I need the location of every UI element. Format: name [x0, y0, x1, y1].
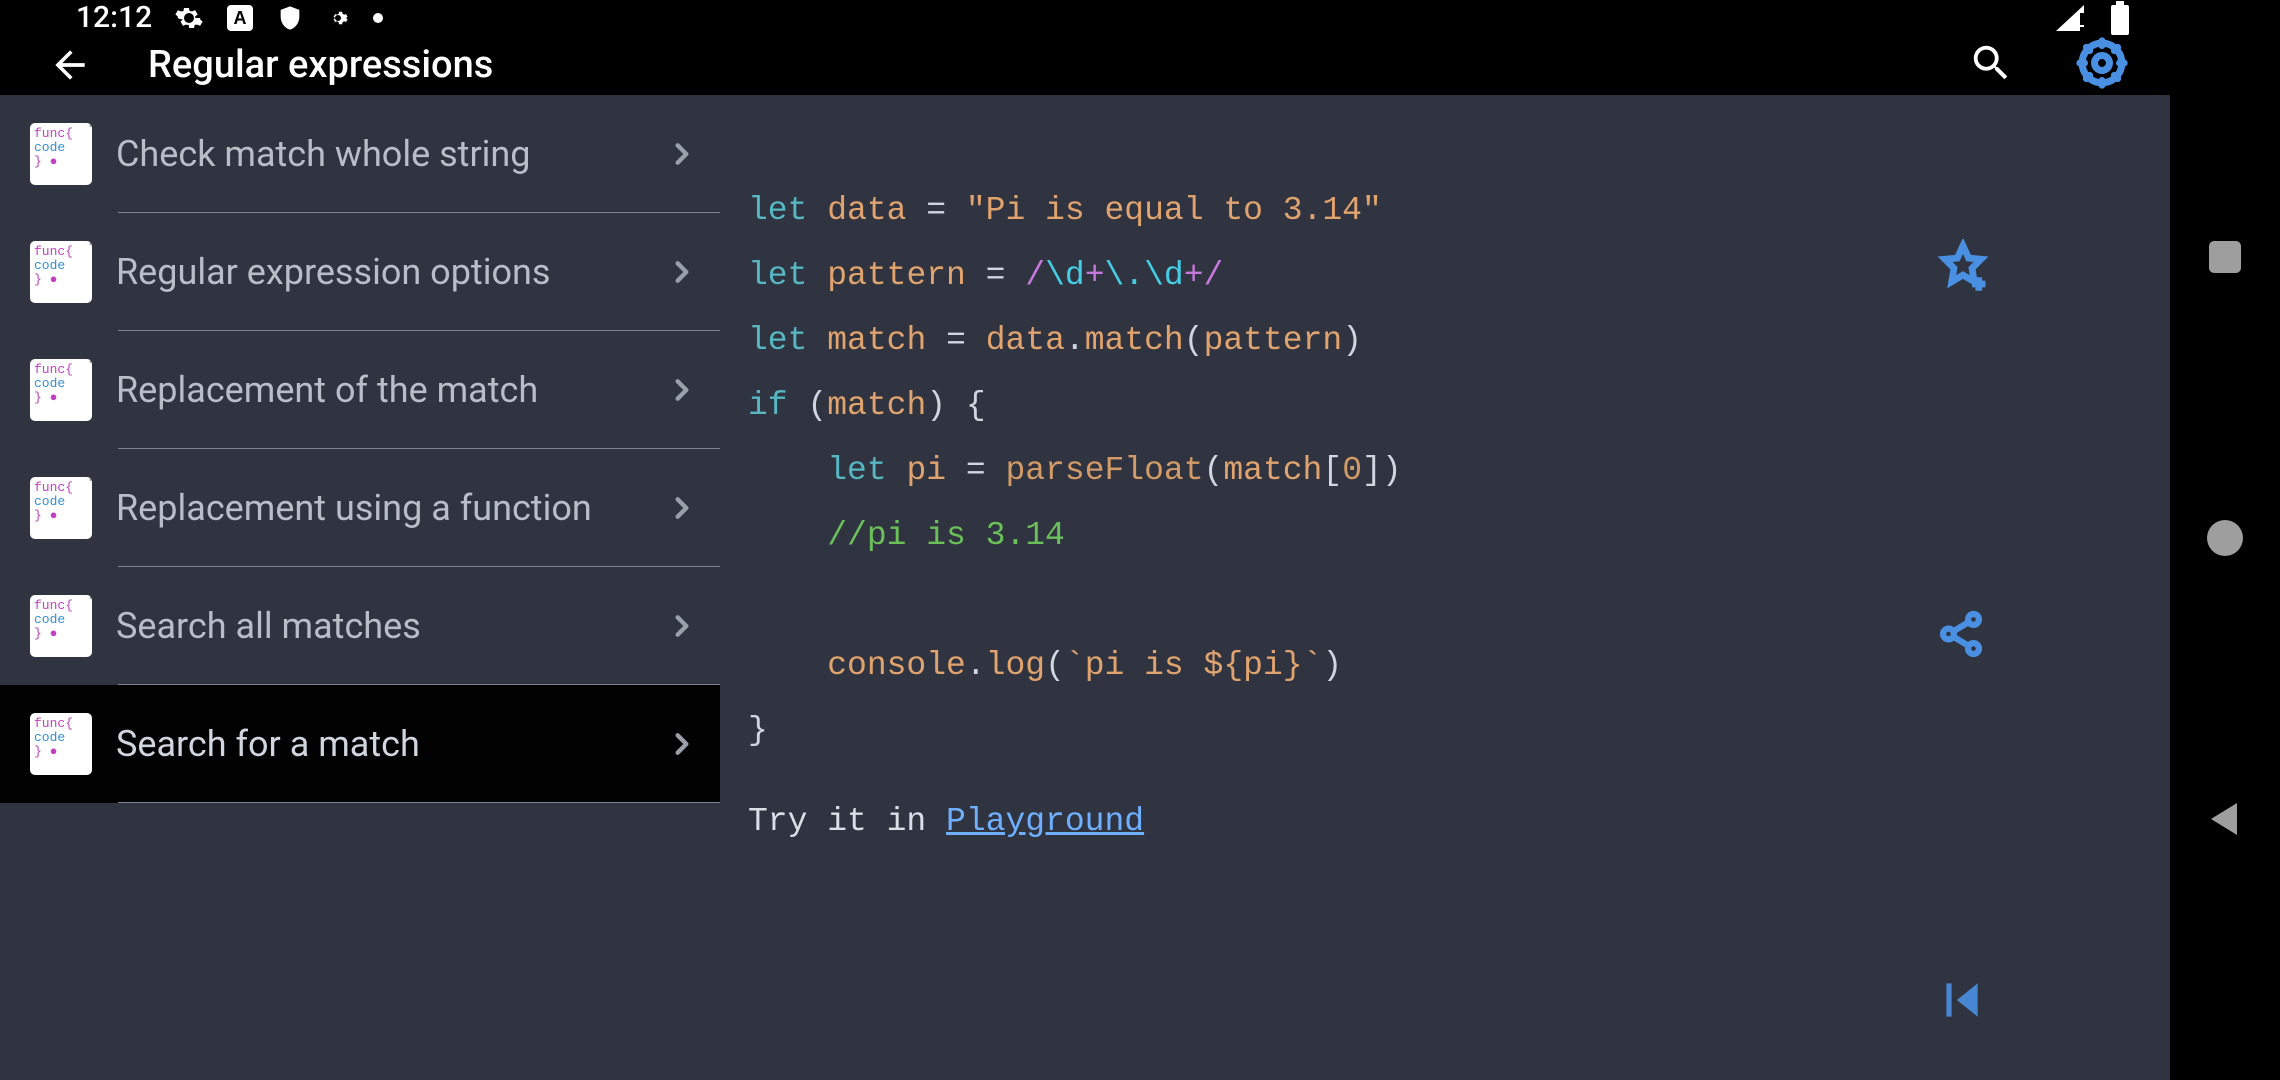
list-item[interactable]: Search for a match [0, 685, 720, 803]
list-item-label: Search for a match [116, 721, 638, 767]
list-item-label: Check match whole string [116, 131, 638, 177]
letter-a-icon: A [226, 4, 254, 32]
code-snippet-icon [30, 359, 92, 421]
overview-button[interactable] [2205, 237, 2245, 281]
chevron-right-icon [662, 254, 702, 290]
code-snippet-icon [30, 123, 92, 185]
code-snippet-icon [30, 477, 92, 539]
shield-icon [276, 3, 304, 33]
topic-list: Check match whole string Regular expressi… [0, 95, 720, 1080]
settings-gear-button[interactable] [2074, 35, 2130, 95]
list-item[interactable]: Search all matches [0, 567, 720, 685]
gear-icon [174, 3, 204, 33]
home-button[interactable] [2203, 516, 2247, 564]
lock-icon [86, 595, 92, 605]
small-gear-icon [326, 6, 350, 30]
signal-alert-icon [2054, 3, 2088, 33]
chevron-right-icon [662, 726, 702, 762]
svg-text:A: A [234, 8, 247, 28]
lock-icon [86, 359, 92, 369]
code-snippet-icon [30, 241, 92, 303]
list-item-label: Replacement using a function [116, 485, 638, 531]
page-title: Regular expressions [100, 43, 1968, 87]
code-snippet-icon [30, 713, 92, 775]
code-pane: let data = "Pi is equal to 3.14" let pat… [720, 95, 2170, 1080]
playground-link[interactable]: Playground [946, 803, 1144, 840]
app-bar: Regular expressions [0, 35, 2170, 95]
list-item[interactable]: Check match whole string [0, 95, 720, 213]
back-arrow-button[interactable] [40, 43, 100, 87]
status-time: 12:12 [76, 0, 152, 35]
try-it-line: Try it in Playground [748, 789, 2050, 854]
chevron-right-icon [662, 136, 702, 172]
chevron-right-icon [662, 372, 702, 408]
star-add-button[interactable] [1936, 109, 2134, 423]
back-button[interactable] [2205, 799, 2245, 843]
lock-icon [86, 477, 92, 487]
dot-icon [372, 12, 384, 24]
list-item-label: Replacement of the match [116, 367, 638, 413]
list-item[interactable]: Replacement using a function [0, 449, 720, 567]
search-button[interactable] [1968, 40, 2014, 90]
list-item-label: Regular expression options [116, 249, 638, 295]
chevron-right-icon [662, 608, 702, 644]
code-snippet-icon [30, 595, 92, 657]
list-item-label: Search all matches [116, 603, 638, 649]
lock-icon [86, 123, 92, 133]
status-bar: 12:12 A [0, 0, 2170, 35]
share-button[interactable] [1936, 479, 2134, 789]
chevron-right-icon [662, 490, 702, 526]
list-item[interactable]: Regular expression options [0, 213, 720, 331]
battery-icon [2110, 1, 2130, 35]
skip-back-button[interactable] [1936, 845, 2134, 1080]
lock-icon [86, 241, 92, 251]
list-item[interactable]: Replacement of the match [0, 331, 720, 449]
